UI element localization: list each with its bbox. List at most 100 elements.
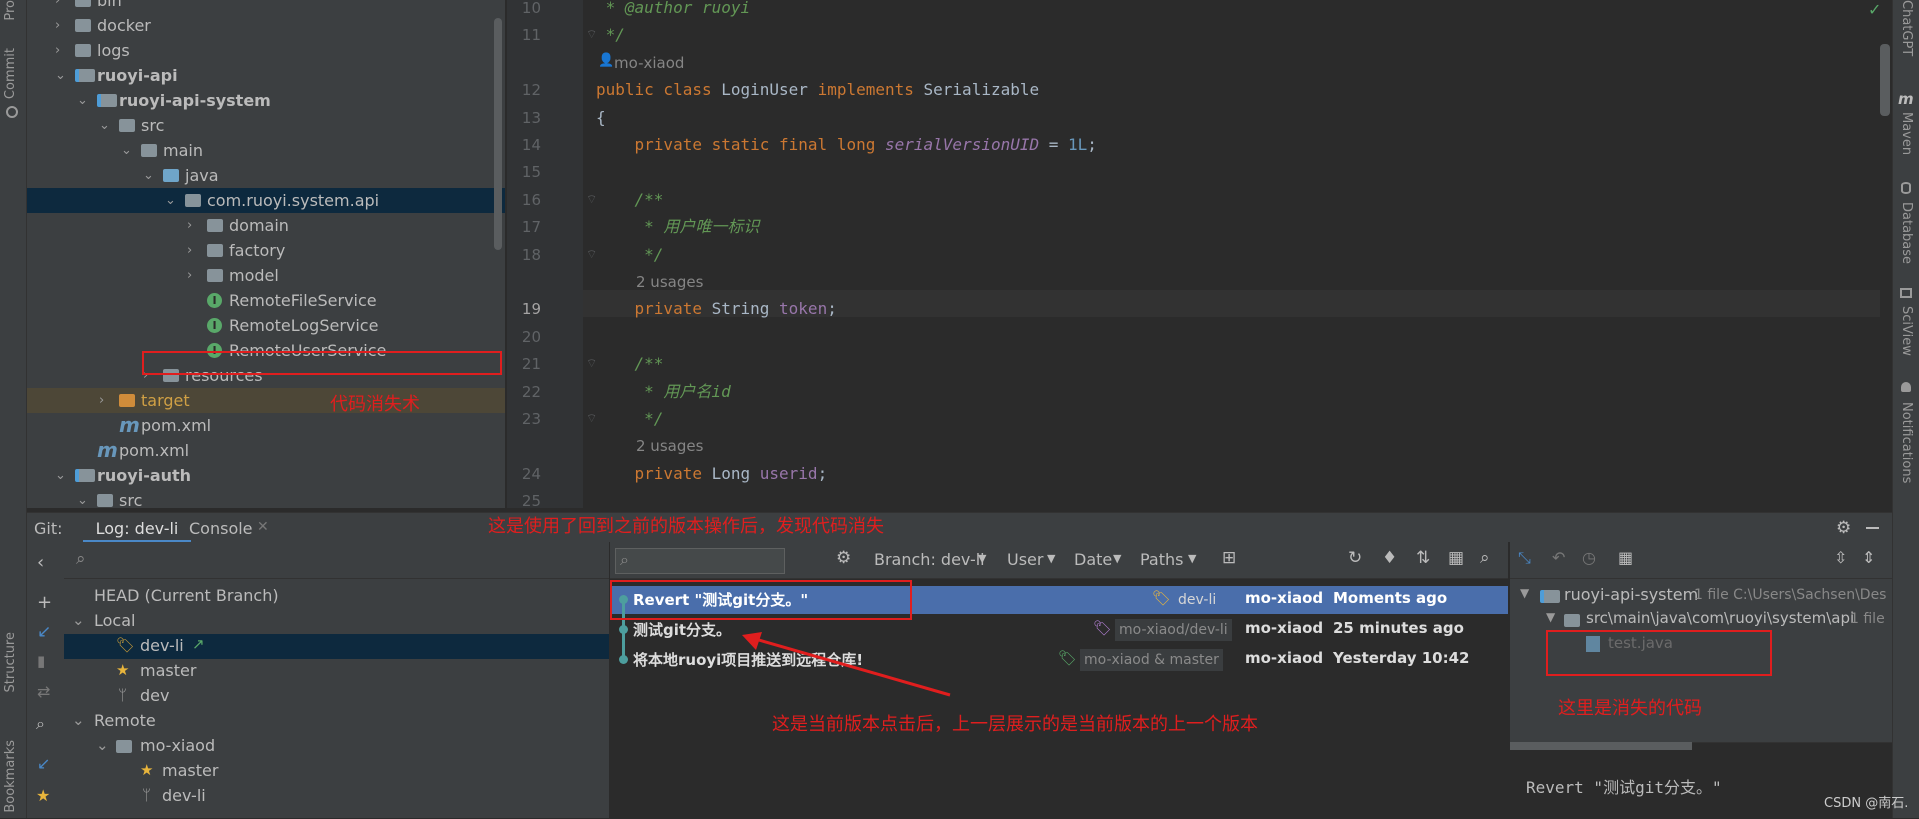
sort-icon[interactable]: ⇅	[1416, 548, 1430, 568]
chevron-right-icon[interactable]: ›	[99, 388, 113, 413]
chevron-down-icon[interactable]: ⌄	[55, 463, 69, 488]
details-module[interactable]: ruoyi-api-system	[1564, 585, 1698, 604]
chevron-right-icon[interactable]: ›	[55, 13, 69, 38]
tree-item[interactable]: ⌄ src	[27, 488, 505, 513]
branch-search-bar[interactable]	[64, 542, 609, 579]
code-line[interactable]: public class LoginUser implements Serial…	[596, 80, 1039, 100]
delete-icon[interactable]: ▮	[37, 652, 45, 670]
tree-item[interactable]: I RemoteFileService	[27, 288, 505, 313]
structure-tool-tab[interactable]: Structure	[3, 632, 18, 692]
notifications-tool-tab[interactable]: Notifications	[1899, 402, 1914, 483]
code-line[interactable]: /**	[596, 354, 664, 374]
chevron-down-icon[interactable]: ⌄	[77, 488, 91, 513]
tree-item[interactable]: ⌄ main	[27, 138, 505, 163]
chatgpt-tool-tab[interactable]: ChatGPT	[1899, 0, 1914, 56]
tree-item[interactable]: › factory	[27, 238, 505, 263]
branch-group-local[interactable]	[64, 609, 609, 634]
code-line[interactable]: {	[596, 108, 606, 128]
code-line[interactable]: */	[596, 409, 663, 429]
chevron-down-icon[interactable]: ⌄	[77, 88, 91, 113]
chevron-right-icon[interactable]: ›	[55, 38, 69, 63]
code-line[interactable]: * 用户名id	[596, 382, 731, 402]
code-line[interactable]: private String token;	[596, 299, 837, 319]
update-icon[interactable]: ↙	[37, 622, 51, 642]
compare-icon[interactable]: ⇄	[37, 682, 50, 701]
author-hint[interactable]: mo-xiaod	[614, 54, 684, 72]
tree-item[interactable]: ⌄ ruoyi-api-system	[27, 88, 505, 113]
tree-item[interactable]: ⌄ com.ruoyi.system.api	[27, 188, 505, 213]
group-icon[interactable]: ▦	[1618, 548, 1633, 567]
code-line[interactable]: /**	[596, 190, 664, 210]
chevron-right-icon[interactable]: ›	[187, 238, 201, 263]
code-line[interactable]: */	[596, 25, 625, 45]
fetch-icon[interactable]: ↙	[37, 754, 50, 773]
project-tool-tab[interactable]: Pro	[3, 0, 18, 21]
usages-hint[interactable]: 2 usages	[636, 273, 703, 291]
details-path[interactable]: src\main\java\com\ruoyi\system\api	[1586, 609, 1854, 627]
minimize-icon[interactable]	[1866, 527, 1879, 529]
fold-icon[interactable]: ⌔	[586, 356, 597, 371]
sciview-tool-tab[interactable]: SciView	[1899, 306, 1914, 356]
code-line[interactable]: */	[596, 245, 663, 265]
editor-scrollbar[interactable]	[1880, 44, 1890, 116]
bookmarks-tool-tab[interactable]: Bookmarks	[3, 740, 18, 813]
horizontal-scrollbar[interactable]	[1510, 742, 1692, 750]
settings-icon[interactable]: ⚙	[836, 548, 851, 568]
collapse-left-icon[interactable]: ‹	[37, 552, 44, 573]
tree-item[interactable]: ⌄ ruoyi-auth	[27, 463, 505, 488]
collapse-all-icon[interactable]: ⇕	[1862, 548, 1875, 567]
add-icon[interactable]: +	[37, 592, 52, 613]
diff-icon[interactable]: ⤡	[1518, 548, 1531, 568]
chevron-down-icon[interactable]: ⌄	[99, 113, 113, 138]
tree-item[interactable]: ⌄ java	[27, 163, 505, 188]
chevron-down-icon[interactable]: ⌄	[121, 138, 135, 163]
revert-icon[interactable]: ↶	[1552, 548, 1565, 567]
search-icon[interactable]: ⌕	[1480, 548, 1490, 568]
branch-filter[interactable]: Branch: dev-li	[874, 550, 985, 569]
database-tool-tab[interactable]: Database	[1899, 202, 1914, 264]
expand-all-icon[interactable]: ⇳	[1834, 548, 1847, 567]
code-line[interactable]: * @author ruoyi	[596, 0, 751, 18]
user-filter[interactable]: User	[1007, 550, 1043, 569]
fold-icon[interactable]: ⌔	[586, 247, 597, 262]
date-filter[interactable]: Date	[1074, 550, 1112, 569]
tree-item[interactable]: I RemoteLogService	[27, 313, 505, 338]
tree-item[interactable]: › bin	[27, 0, 505, 13]
tree-scrollbar[interactable]	[494, 18, 502, 250]
code-line[interactable]: private Long userid;	[596, 464, 828, 484]
refresh-icon[interactable]: ↻	[1348, 548, 1362, 568]
code-line[interactable]: private static final long serialVersionU…	[596, 135, 1097, 155]
tree-item[interactable]: › logs	[27, 38, 505, 63]
fold-icon[interactable]: ⌔	[586, 27, 597, 42]
cherry-pick-icon[interactable]: ♦	[1382, 548, 1397, 568]
commit-tool-tab[interactable]: Commit	[3, 48, 18, 99]
code-line[interactable]: * 用户唯一标识	[596, 217, 759, 237]
tab-console[interactable]: Console	[189, 519, 253, 538]
chevron-right-icon[interactable]: ›	[187, 213, 201, 238]
history-icon[interactable]: ◷	[1582, 548, 1596, 567]
code-editor[interactable]	[507, 0, 1892, 508]
search-icon[interactable]: ⌕	[36, 714, 45, 734]
tree-item[interactable]: ⌄ ruoyi-api	[27, 63, 505, 88]
chevron-down-icon[interactable]: ⌄	[55, 63, 69, 88]
maven-tool-tab[interactable]: Maven	[1899, 112, 1914, 155]
tree-item[interactable]: › target	[27, 388, 505, 413]
tree-item[interactable]: ⌄ src	[27, 113, 505, 138]
paths-filter[interactable]: Paths	[1140, 550, 1183, 569]
tree-item[interactable]: m pom.xml	[27, 438, 505, 463]
usages-hint[interactable]: 2 usages	[636, 437, 703, 455]
fold-icon[interactable]: ⌔	[586, 192, 597, 207]
chevron-down-icon[interactable]: ⌄	[165, 188, 179, 213]
favorite-icon[interactable]: ★	[36, 786, 50, 805]
tree-item[interactable]: › docker	[27, 13, 505, 38]
new-tab-icon[interactable]: ⊞	[1222, 548, 1236, 568]
layout-icon[interactable]: ▦	[1448, 548, 1464, 568]
gear-icon[interactable]: ⚙	[1836, 518, 1851, 538]
tree-item[interactable]: m pom.xml	[27, 413, 505, 438]
fold-icon[interactable]: ⌔	[586, 411, 597, 426]
chevron-right-icon[interactable]: ›	[55, 0, 69, 13]
close-icon[interactable]: ✕	[257, 519, 269, 535]
chevron-down-icon[interactable]: ⌄	[143, 163, 157, 188]
tree-item[interactable]: › domain	[27, 213, 505, 238]
commit-search-input[interactable]	[615, 548, 785, 574]
